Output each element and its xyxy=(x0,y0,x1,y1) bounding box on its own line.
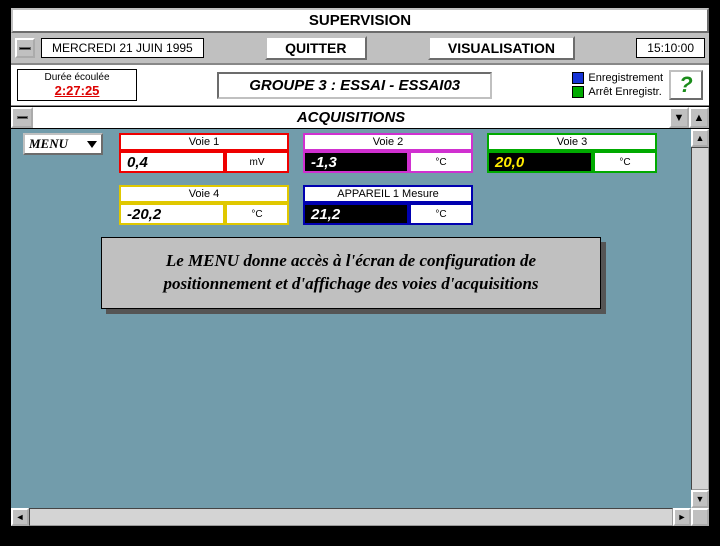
legend-record: Enregistrement xyxy=(588,72,663,84)
window-title: SUPERVISION xyxy=(11,8,709,33)
legend-swatch-record xyxy=(572,72,584,84)
channel-value: 0,4 xyxy=(119,151,225,173)
channel-value: 20,0 xyxy=(487,151,593,173)
scroll-left-button[interactable]: ◄ xyxy=(11,508,29,526)
system-menu-icon[interactable] xyxy=(15,38,35,58)
visualisation-button[interactable]: VISUALISATION xyxy=(428,36,575,60)
horizontal-scrollbar[interactable]: ◄ ► xyxy=(11,508,691,526)
maximize-button[interactable]: ▲ xyxy=(689,107,709,128)
child-system-menu-icon[interactable] xyxy=(11,107,33,128)
channel-unit: °C xyxy=(409,203,473,225)
date-display: MERCREDI 21 JUIN 1995 xyxy=(41,38,204,58)
scroll-corner xyxy=(691,508,709,526)
acquisitions-title: ACQUISITIONS xyxy=(33,107,669,128)
chevron-down-icon xyxy=(87,141,97,148)
channel-name: Voie 4 xyxy=(119,185,289,203)
menu-dropdown[interactable]: MENU xyxy=(23,133,103,155)
channel-row-1: Voie 1 0,4 mV Voie 2 -1,3 °C Voie 3 xyxy=(119,133,657,173)
channel-name: Voie 3 xyxy=(487,133,657,151)
channel-voie3: Voie 3 20,0 °C xyxy=(487,133,657,173)
channel-unit: mV xyxy=(225,151,289,173)
minimize-button[interactable]: ▼ xyxy=(669,107,689,128)
bottom-scroll-row: ◄ ► xyxy=(11,508,709,526)
channel-voie1: Voie 1 0,4 mV xyxy=(119,133,289,173)
vertical-scrollbar[interactable]: ▲ ▼ xyxy=(691,129,709,508)
channel-name: APPAREIL 1 Mesure xyxy=(303,185,473,203)
group-label: GROUPE 3 : ESSAI - ESSAI03 xyxy=(217,72,492,99)
legend: Enregistrement Arrêt Enregistr. xyxy=(572,72,663,98)
channel-name: Voie 2 xyxy=(303,133,473,151)
info-callout: Le MENU donne accès à l'écran de configu… xyxy=(101,237,601,309)
workspace: MENU Voie 1 0,4 mV Voie 2 -1,3 °C xyxy=(11,129,709,508)
toolbar: MERCREDI 21 JUIN 1995 QUITTER VISUALISAT… xyxy=(11,33,709,64)
channel-row-2: Voie 4 -20,2 °C APPAREIL 1 Mesure 21,2 °… xyxy=(119,185,473,225)
acquisitions-header: ACQUISITIONS ▼ ▲ xyxy=(11,106,709,129)
channel-unit: °C xyxy=(409,151,473,173)
channel-unit: °C xyxy=(225,203,289,225)
scroll-track[interactable] xyxy=(691,147,709,490)
elapsed-value: 2:27:25 xyxy=(24,83,130,98)
legend-swatch-stop xyxy=(572,86,584,98)
channel-voie4: Voie 4 -20,2 °C xyxy=(119,185,289,225)
menu-label: MENU xyxy=(29,136,68,152)
channel-voie2: Voie 2 -1,3 °C xyxy=(303,133,473,173)
channel-value: 21,2 xyxy=(303,203,409,225)
quit-button[interactable]: QUITTER xyxy=(265,36,366,60)
legend-stop: Arrêt Enregistr. xyxy=(588,86,661,98)
content-area: MENU Voie 1 0,4 mV Voie 2 -1,3 °C xyxy=(11,129,691,508)
elapsed-label: Durée écoulée xyxy=(24,72,130,83)
channel-name: Voie 1 xyxy=(119,133,289,151)
status-bar: Durée écoulée 2:27:25 GROUPE 3 : ESSAI -… xyxy=(11,64,709,106)
scroll-track[interactable] xyxy=(29,508,673,526)
channel-value: -20,2 xyxy=(119,203,225,225)
channel-appareil1: APPAREIL 1 Mesure 21,2 °C xyxy=(303,185,473,225)
channel-unit: °C xyxy=(593,151,657,173)
time-display: 15:10:00 xyxy=(636,38,705,58)
scroll-right-button[interactable]: ► xyxy=(673,508,691,526)
app-window: SUPERVISION MERCREDI 21 JUIN 1995 QUITTE… xyxy=(9,6,711,528)
channel-value: -1,3 xyxy=(303,151,409,173)
elapsed-time-box: Durée écoulée 2:27:25 xyxy=(17,69,137,101)
scroll-up-button[interactable]: ▲ xyxy=(691,129,709,147)
scroll-down-button[interactable]: ▼ xyxy=(691,490,709,508)
help-button[interactable]: ? xyxy=(669,70,703,100)
